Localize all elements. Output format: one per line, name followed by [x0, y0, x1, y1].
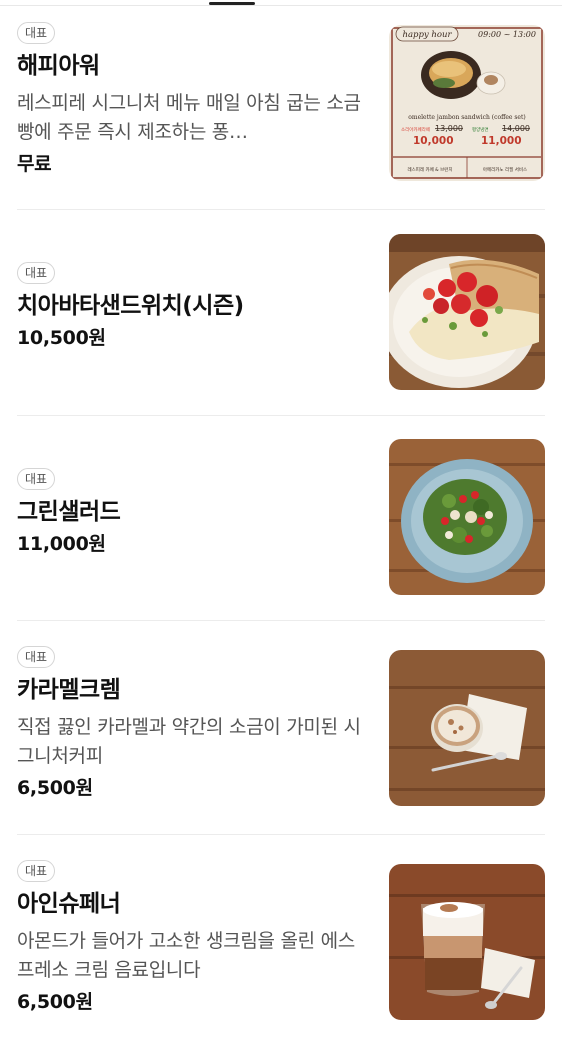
menu-item[interactable]: 대표 그린샐러드 11,000원 [17, 416, 545, 621]
menu-item[interactable]: 대표 해피아워 레스피레 시그니처 메뉴 매일 아침 굽는 소금빵에 주문 즉시… [17, 6, 545, 210]
menu-item-name: 그린샐러드 [17, 499, 121, 525]
menu-item[interactable]: 대표 카라멜크렘 직접 끓인 카라멜과 약간의 소금이 가미된 시그니처커피 6… [17, 621, 545, 835]
menu-item-info: 대표 아인슈페너 아몬드가 들어가 고소한 생크림을 올린 에스프레소 크림 음… [17, 860, 367, 1015]
menu-item-info: 대표 해피아워 레스피레 시그니처 메뉴 매일 아침 굽는 소금빵에 주문 즉시… [17, 22, 367, 177]
menu-item[interactable]: 대표 아인슈페너 아몬드가 들어가 고소한 생크림을 올린 에스프레소 크림 음… [17, 835, 545, 1045]
signature-badge: 대표 [17, 22, 56, 44]
menu-item-image[interactable] [389, 864, 545, 1020]
poster-price-b-label: 평양냉면 [472, 126, 489, 133]
poster-footer-right: 아메리카노 리필 서비스 [483, 166, 527, 173]
menu-item-image[interactable] [389, 439, 545, 595]
caramel-creme-coffee-image [389, 650, 545, 806]
poster-price-b-old: 14,000 [502, 124, 530, 133]
menu-item-name: 카라멜크렘 [17, 677, 121, 703]
poster-price-a-old: 13,000 [435, 124, 463, 133]
signature-badge: 대표 [17, 860, 56, 882]
menu-item[interactable]: 대표 치아바타샌드위치(시즌) 10,500원 [17, 210, 545, 416]
menu-item-price: 6,500원 [17, 991, 93, 1013]
signature-badge: 대표 [17, 262, 56, 284]
poster-price-b-new: 11,000 [481, 135, 522, 147]
menu-item-image[interactable] [389, 650, 545, 806]
menu-item-info: 대표 그린샐러드 11,000원 [17, 468, 367, 557]
poster-title: happy hour [402, 30, 452, 40]
happy-hour-poster-image: happy hour 09:00 ~ 13:00 omelette jambon… [389, 25, 545, 181]
menu-item-image[interactable] [389, 234, 545, 390]
einspanner-coffee-image [389, 864, 545, 1020]
signature-badge: 대표 [17, 468, 56, 490]
menu-item-name: 해피아워 [17, 53, 100, 79]
menu-item-description: 아몬드가 들어가 고소한 생크림을 올린 에스프레소 크림 음료입니다 [17, 930, 355, 981]
menu-item-price: 10,500원 [17, 327, 106, 349]
menu-item-price: 무료 [17, 153, 52, 175]
menu-item-description: 직접 끓인 카라멜과 약간의 소금이 가미된 시그니처커피 [17, 716, 361, 767]
poster-subtitle: omelette jambon sandwich (coffee set) [408, 114, 525, 121]
signature-badge: 대표 [17, 646, 56, 668]
menu-item-description: 레스피레 시그니처 메뉴 매일 아침 굽는 소금빵에 주문 즉시 제조하는 퐁… [17, 92, 361, 143]
menu-item-info: 대표 치아바타샌드위치(시즌) 10,500원 [17, 262, 367, 351]
menu-item-info: 대표 카라멜크렘 직접 끓인 카라멜과 약간의 소금이 가미된 시그니처커피 6… [17, 646, 367, 801]
menu-list: 대표 해피아워 레스피레 시그니처 메뉴 매일 아침 굽는 소금빵에 주문 즉시… [0, 6, 562, 1045]
poster-footer-left: 레스피레 카페 & 브런치 [407, 166, 452, 173]
ciabatta-sandwich-image [389, 234, 545, 390]
poster-price-a-label: 소리아카페라떼 [401, 126, 430, 133]
menu-item-price: 11,000원 [17, 533, 106, 555]
poster-price-a-new: 10,000 [413, 135, 454, 147]
menu-item-price: 6,500원 [17, 777, 93, 799]
active-tab-indicator [209, 2, 255, 5]
menu-item-name: 치아바타샌드위치(시즌) [17, 293, 244, 319]
poster-hours: 09:00 ~ 13:00 [478, 30, 536, 39]
green-salad-image [389, 439, 545, 595]
menu-item-image[interactable]: happy hour 09:00 ~ 13:00 omelette jambon… [389, 25, 545, 181]
menu-item-name: 아인슈페너 [17, 891, 121, 917]
